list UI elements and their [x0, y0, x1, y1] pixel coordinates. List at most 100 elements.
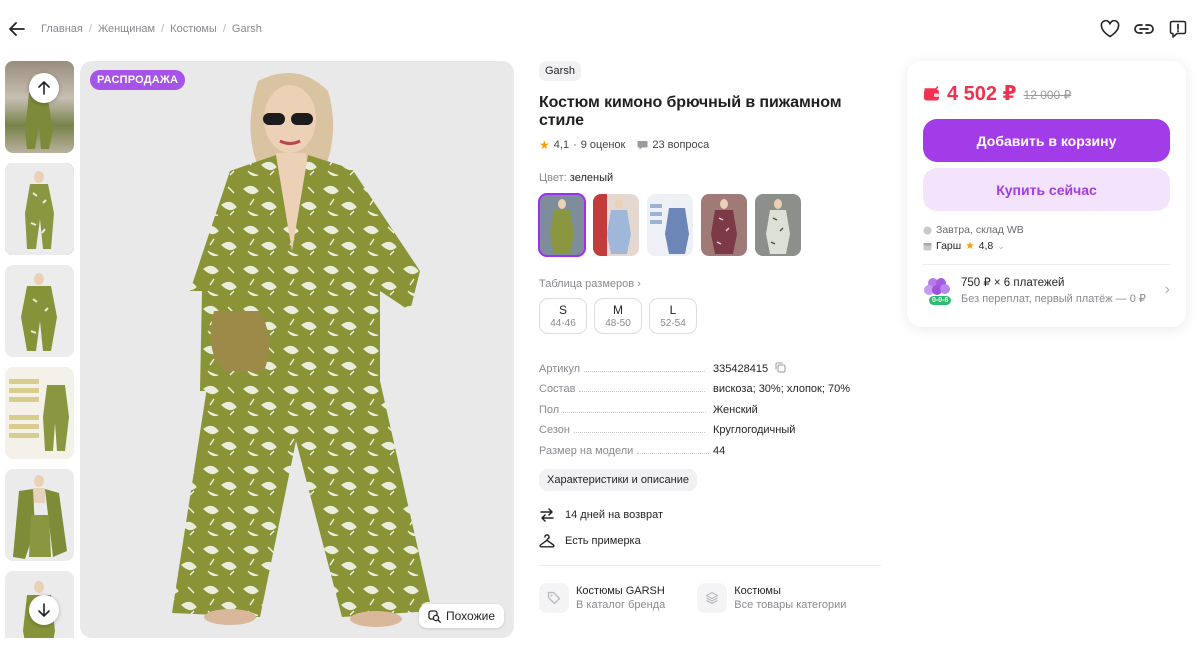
- return-arrows-icon: [540, 507, 554, 522]
- size-option-s[interactable]: S 44-46: [539, 298, 587, 334]
- spec-value: 44: [713, 444, 726, 457]
- color-options: [538, 193, 884, 257]
- details-button[interactable]: Характеристики и описание: [539, 468, 697, 491]
- color-swatch-image: [593, 194, 639, 256]
- chevron-right-icon: ›: [637, 278, 641, 290]
- color-option-4[interactable]: [701, 194, 747, 256]
- size-label: M: [613, 303, 623, 317]
- spec-dots: [584, 370, 706, 372]
- seller-name: Гарш: [936, 240, 962, 252]
- breadcrumb-home[interactable]: Главная: [41, 23, 83, 35]
- add-to-cart-button[interactable]: Добавить в корзину: [923, 119, 1170, 162]
- delivery-info: Завтра, склад WB: [923, 224, 1170, 236]
- thumbnail[interactable]: [5, 367, 74, 459]
- color-option-green[interactable]: [538, 193, 586, 257]
- spec-row-article: Артикул 335428415: [539, 354, 884, 375]
- heart-icon: [1100, 20, 1120, 38]
- globe-icon: [923, 226, 932, 234]
- buy-now-button[interactable]: Купить сейчас: [923, 168, 1170, 211]
- current-price: 4 502 ₽: [947, 83, 1017, 105]
- article-number[interactable]: 335428415: [713, 363, 768, 375]
- size-option-l[interactable]: L 52-54: [649, 298, 697, 334]
- breadcrumb-brand[interactable]: Garsh: [232, 23, 262, 35]
- size-ru: 44-46: [550, 318, 576, 329]
- copy-icon[interactable]: [775, 362, 786, 373]
- thumbnails-scroll-down-button[interactable]: [29, 595, 59, 625]
- report-button[interactable]: [1168, 19, 1188, 39]
- color-value: зеленый: [569, 172, 614, 184]
- spec-value: вискоза; 30%; хлопок; 70%: [713, 383, 850, 395]
- brand-catalog-link[interactable]: Костюмы GARSH В каталог бренда: [539, 582, 665, 613]
- product-info: Garsh Костюм кимоно брючный в пижамном с…: [538, 61, 884, 613]
- color-swatch-image: [647, 194, 693, 256]
- catalog-links: Костюмы GARSH В каталог бренда Костюмы В…: [539, 582, 884, 613]
- store-icon: [923, 242, 932, 250]
- back-button[interactable]: [6, 18, 28, 40]
- spec-dots: [573, 432, 705, 433]
- chevron-down-icon: ⌄: [997, 240, 1005, 251]
- brand-chip[interactable]: Garsh: [539, 61, 581, 81]
- fitting-text: Есть примерка: [565, 534, 641, 547]
- star-icon: ★: [965, 240, 975, 252]
- breadcrumb-women[interactable]: Женщинам: [98, 23, 155, 35]
- questions-link[interactable]: 23 вопроса: [637, 139, 709, 151]
- breadcrumb-separator: /: [88, 23, 92, 35]
- thumbnail[interactable]: [5, 469, 74, 561]
- thumbnail-selected[interactable]: [5, 163, 74, 255]
- color-option-3[interactable]: [647, 194, 693, 256]
- favorite-button[interactable]: [1100, 19, 1120, 39]
- size-label: S: [558, 303, 567, 317]
- thumbnail-image: [25, 171, 54, 249]
- top-actions: [1100, 19, 1188, 39]
- star-icon: ★: [539, 138, 550, 152]
- spec-key: Размер на модели: [539, 444, 634, 457]
- spec-key: Артикул: [539, 362, 581, 375]
- thumbnails-scroll-up-button[interactable]: [29, 73, 59, 103]
- category-title: Костюмы: [734, 584, 781, 597]
- divider: [539, 564, 881, 566]
- product-photo: [172, 73, 432, 627]
- link-icon: [1134, 24, 1154, 34]
- buy-card: 4 502 ₽ 12 000 ₽ Добавить в корзину Купи…: [907, 61, 1186, 327]
- spec-dots: [579, 391, 706, 392]
- spec-row-gender: Пол Женский: [539, 395, 884, 416]
- category-link[interactable]: Костюмы Все товары категории: [697, 582, 847, 613]
- color-option-5[interactable]: [755, 194, 801, 256]
- rating-value[interactable]: 4,1: [554, 139, 569, 151]
- seller-info[interactable]: Гарш ★ 4,8 ⌄: [923, 240, 1170, 252]
- spec-value: 335428415: [713, 362, 786, 375]
- main-product-image[interactable]: РАСПРОДАЖА Похожие: [80, 61, 514, 638]
- fitting-info: Есть примерка: [539, 533, 884, 548]
- size-ru: 48-50: [605, 318, 631, 329]
- share-link-button[interactable]: [1134, 19, 1154, 39]
- similar-label: Похожие: [446, 609, 495, 623]
- installment-badge: 0-0-6: [929, 296, 952, 305]
- thumbnail[interactable]: [5, 265, 74, 357]
- similar-button[interactable]: Похожие: [419, 604, 504, 628]
- arrow-left-icon: [9, 22, 25, 36]
- arrow-up-icon: [38, 81, 50, 95]
- installment-offer[interactable]: 0-0-6 750 ₽ × 6 платежей Без переплат, п…: [923, 275, 1170, 305]
- size-label: L: [669, 303, 677, 317]
- color-swatch-image: [755, 194, 801, 256]
- color-option-2[interactable]: [593, 194, 639, 256]
- price-row: 4 502 ₽ 12 000 ₽: [923, 81, 1170, 106]
- installment-title: 750 ₽ × 6 платежей: [961, 277, 1065, 289]
- spec-key: Сезон: [539, 424, 570, 436]
- spec-value: Женский: [713, 403, 758, 416]
- breadcrumb-separator: /: [222, 23, 226, 35]
- spec-row-season: Сезон Круглогодичный: [539, 416, 884, 436]
- layers-icon: [697, 582, 728, 613]
- divider: [923, 264, 1170, 265]
- rating-row: ★ 4,1 · 9 оценок 23 вопроса: [539, 138, 884, 152]
- seller-rating: 4,8: [978, 240, 994, 252]
- return-text: 14 дней на возврат: [565, 508, 663, 521]
- size-option-m[interactable]: M 48-50: [594, 298, 642, 334]
- category-subtitle: Все товары категории: [734, 598, 847, 611]
- delivery-text: Завтра, склад WB: [936, 224, 1024, 236]
- reviews-count[interactable]: 9 оценок: [581, 139, 626, 151]
- size-ru: 52-54: [660, 318, 686, 329]
- size-table-link[interactable]: Таблица размеров ›: [539, 278, 884, 290]
- chevron-right-icon: ›: [1164, 281, 1170, 298]
- breadcrumb-suits[interactable]: Костюмы: [170, 23, 217, 35]
